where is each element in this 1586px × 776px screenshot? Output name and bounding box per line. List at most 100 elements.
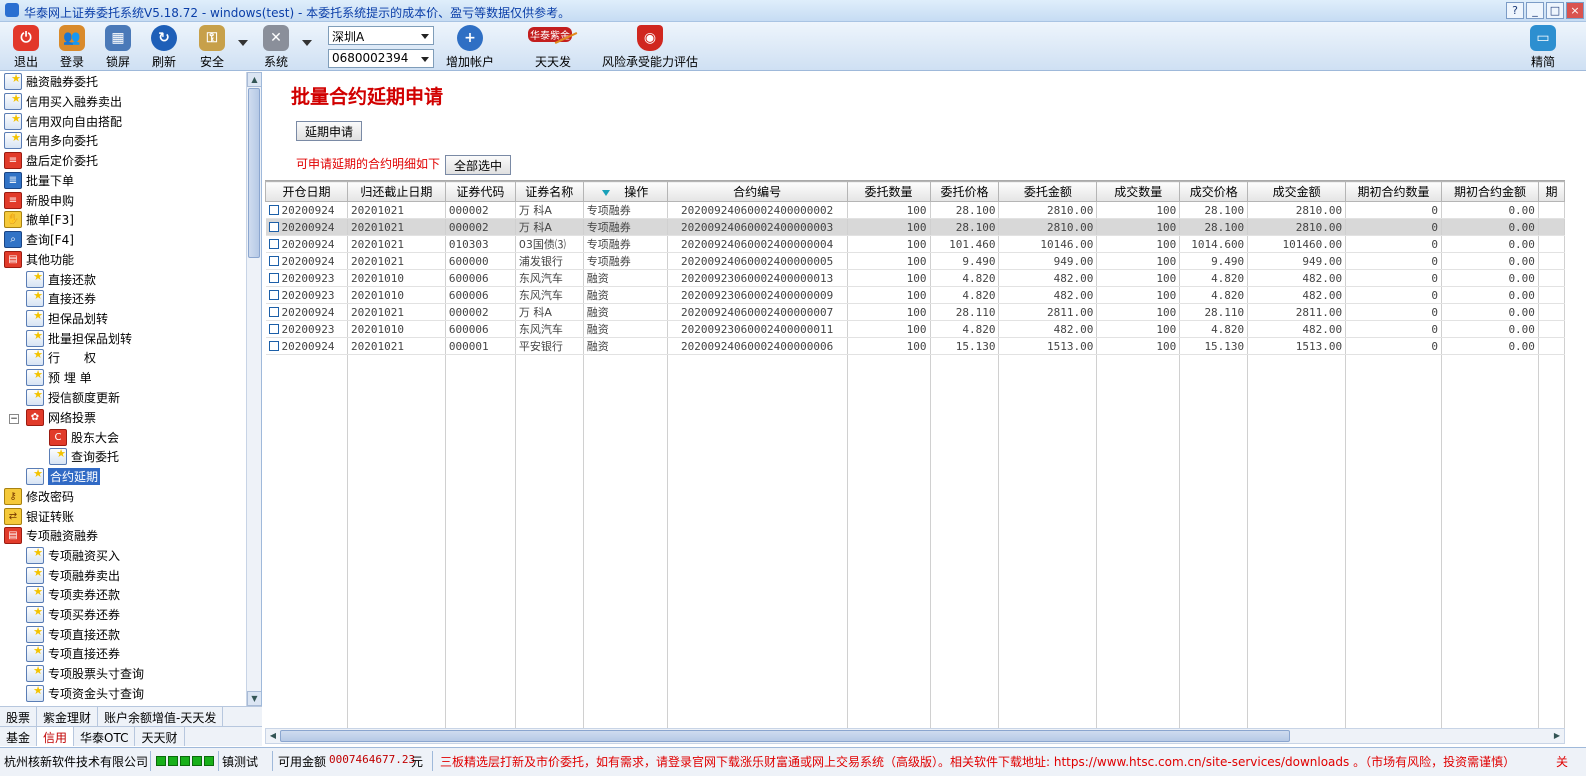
table-row[interactable]: 20200924 20201021 000002 万 科A 融资 202009240600… — [265, 303, 1565, 321]
sidebar-item-direct-repay-stock[interactable]: 直接还券 — [26, 289, 96, 308]
minimize-button[interactable]: _ — [1526, 2, 1544, 19]
help-button[interactable]: ? — [1506, 2, 1524, 19]
lock-screen-button[interactable]: ▦ 锁屏 — [102, 25, 134, 69]
scroll-up-icon[interactable]: ▲ — [247, 72, 261, 87]
table-row[interactable]: 20200923 20201010 600006 东风汽车 融资 202009230600… — [265, 286, 1565, 304]
sidebar-item-change-password[interactable]: ⚷ 修改密码 — [4, 487, 74, 506]
market-select[interactable]: 深圳A — [328, 26, 434, 45]
sidebar-item-credit-multi[interactable]: 信用多向委托 — [4, 131, 98, 150]
sidebar-item-margin-trading[interactable]: 融资融券委托 — [4, 72, 98, 91]
security-dropdown-icon[interactable] — [238, 40, 248, 46]
add-account-button[interactable]: + 增加帐户 — [446, 25, 494, 69]
sidebar-item-credit-update[interactable]: 授信额度更新 — [26, 388, 120, 407]
sidebar-item-other-functions[interactable]: ▤ 其他功能 — [4, 250, 74, 269]
sidebar-item-ipo[interactable]: ≡ 新股申购 — [4, 191, 74, 210]
scroll-left-icon[interactable]: ◀ — [266, 729, 280, 743]
grid-horizontal-scrollbar[interactable]: ◀ ▶ — [265, 728, 1565, 744]
system-dropdown-icon[interactable] — [302, 40, 312, 46]
column-header[interactable]: 委托数量 — [846, 181, 931, 202]
row-checkbox[interactable] — [268, 306, 279, 317]
sidebar-item-special-margin-buy[interactable]: 专项融资买入 — [26, 546, 120, 565]
sidebar-item-special-direct-return[interactable]: 专项直接还券 — [26, 644, 120, 663]
exit-button[interactable]: ⏻ 退出 — [10, 25, 42, 69]
system-button[interactable]: ✕ 系统 — [260, 25, 292, 69]
row-checkbox[interactable] — [268, 238, 279, 249]
table-row[interactable]: 20200924 20201021 000002 万 科A 专项融券 2020092406… — [265, 218, 1565, 236]
column-header[interactable]: 合约编号 — [666, 181, 848, 202]
scroll-right-icon[interactable]: ▶ — [1550, 729, 1564, 743]
column-header[interactable]: 委托价格 — [929, 181, 1000, 202]
sidebar-item-after-hours[interactable]: ≡ 盘后定价委托 — [4, 151, 98, 170]
column-header[interactable]: 期初合约数量 — [1345, 181, 1443, 202]
table-row[interactable]: 20200924 20201021 000002 万 科A 专项融券 2020092406… — [265, 201, 1565, 219]
sidebar-item-special-margin[interactable]: ▤ 专项融资融券 — [4, 526, 98, 545]
sidebar-item-special-stock-position[interactable]: 专项股票头寸查询 — [26, 664, 144, 683]
tiantianfa-button[interactable]: 华泰紫金 天天发 — [526, 25, 580, 69]
scroll-thumb[interactable] — [280, 730, 1290, 742]
column-header[interactable]: 操作 — [582, 181, 668, 202]
row-checkbox[interactable] — [268, 323, 279, 334]
tab-zijin[interactable]: 紫金理财 — [37, 707, 99, 726]
sidebar-item-query-orders[interactable]: 查询委托 — [49, 447, 119, 466]
column-header[interactable]: 成交金额 — [1247, 181, 1347, 202]
simple-mode-button[interactable]: ▭ 精简 — [1528, 25, 1558, 69]
sidebar-item-special-direct-repay[interactable]: 专项直接还款 — [26, 625, 120, 644]
sidebar-item-preorder[interactable]: 预 埋 单 — [26, 368, 92, 387]
sidebar-scrollbar[interactable]: ▲ ▼ — [246, 72, 261, 706]
column-header[interactable]: 成交价格 — [1179, 181, 1249, 202]
security-button[interactable]: ⚿ 安全 — [196, 25, 228, 69]
scroll-down-icon[interactable]: ▼ — [247, 691, 261, 706]
tab-tiantiancai[interactable]: 天天财 — [135, 727, 185, 746]
sidebar-item-contract-extension[interactable]: 合约延期 — [26, 467, 101, 486]
sidebar-item-special-buy-return[interactable]: 专项买券还券 — [26, 605, 120, 624]
column-header[interactable]: 委托金额 — [998, 181, 1098, 202]
sidebar-item-special-cash-position[interactable]: 专项资金头寸查询 — [26, 684, 144, 703]
close-button[interactable]: × — [1566, 2, 1584, 19]
scroll-thumb[interactable] — [248, 88, 260, 258]
sidebar-item-online-voting[interactable]: ✿ 网络投票 — [26, 408, 96, 427]
column-header[interactable]: 归还截止日期 — [346, 181, 446, 202]
column-header[interactable]: 期 — [1537, 181, 1565, 202]
row-checkbox[interactable] — [268, 289, 279, 300]
login-button[interactable]: 👥 登录 — [56, 25, 88, 69]
tab-tiantianfa[interactable]: 账户余额增值-天天发 — [98, 707, 224, 726]
select-all-button[interactable]: 全部选中 — [445, 155, 512, 175]
close-ticker-button[interactable]: 关 — [1556, 753, 1568, 771]
table-row[interactable]: 20200923 20201010 600006 东风汽车 融资 202009230600… — [265, 269, 1565, 287]
sidebar-item-batch-order[interactable]: ≣ 批量下单 — [4, 171, 74, 190]
sidebar-item-shareholder-meeting[interactable]: C 股东大会 — [49, 428, 119, 447]
sidebar-item-direct-repay-cash[interactable]: 直接还款 — [26, 270, 96, 289]
sidebar-item-exercise[interactable]: 行 权 — [26, 348, 96, 367]
tab-credit[interactable]: 信用 — [37, 727, 75, 746]
apply-extension-button[interactable]: 延期申请 — [296, 121, 363, 141]
tab-stock[interactable]: 股票 — [0, 707, 38, 726]
risk-assessment-button[interactable]: ◉ 风险承受能力评估 — [602, 25, 698, 69]
refresh-button[interactable]: ↻ 刷新 — [148, 25, 180, 69]
table-row[interactable]: 20200923 20201010 600006 东风汽车 融资 202009230600… — [265, 320, 1565, 338]
sidebar-item-batch-collateral[interactable]: 批量担保品划转 — [26, 329, 132, 348]
tab-otc[interactable]: 华泰OTC — [74, 727, 136, 746]
sidebar-item-cancel-order[interactable]: ✋ 撤单[F3] — [4, 210, 74, 229]
sidebar-item-special-sell-repay[interactable]: 专项卖券还款 — [26, 585, 120, 604]
tab-fund[interactable]: 基金 — [0, 727, 38, 746]
sidebar-item-bank-transfer[interactable]: ⇄ 银证转账 — [4, 507, 74, 526]
column-header[interactable]: 证券代码 — [444, 181, 516, 202]
table-row[interactable]: 20200924 20201021 600000 浦发银行 专项融券 2020092406… — [265, 252, 1565, 270]
column-header[interactable]: 开仓日期 — [265, 181, 348, 202]
row-checkbox[interactable] — [268, 204, 279, 215]
table-row[interactable]: 20200924 20201021 000001 平安银行 融资 202009240600… — [265, 337, 1565, 355]
row-checkbox[interactable] — [268, 221, 279, 232]
collapse-toggle-icon[interactable]: − — [9, 414, 19, 424]
sidebar-item-credit-buy-sell[interactable]: 信用买入融券卖出 — [4, 92, 122, 111]
column-header[interactable]: 期初合约金额 — [1441, 181, 1539, 202]
row-checkbox[interactable] — [268, 340, 279, 351]
account-select[interactable]: 0680002394 — [328, 49, 434, 68]
sidebar-item-collateral-transfer[interactable]: 担保品划转 — [26, 309, 108, 328]
table-row[interactable]: 20200924 20201021 010303 03国债⑶ 专项融券 202009240… — [265, 235, 1565, 253]
row-checkbox[interactable] — [268, 255, 279, 266]
row-checkbox[interactable] — [268, 272, 279, 283]
sidebar-item-special-short-sell[interactable]: 专项融券卖出 — [26, 566, 120, 585]
maximize-button[interactable]: □ — [1546, 2, 1564, 19]
column-header[interactable]: 成交数量 — [1096, 181, 1181, 202]
column-header[interactable]: 证券名称 — [514, 181, 584, 202]
